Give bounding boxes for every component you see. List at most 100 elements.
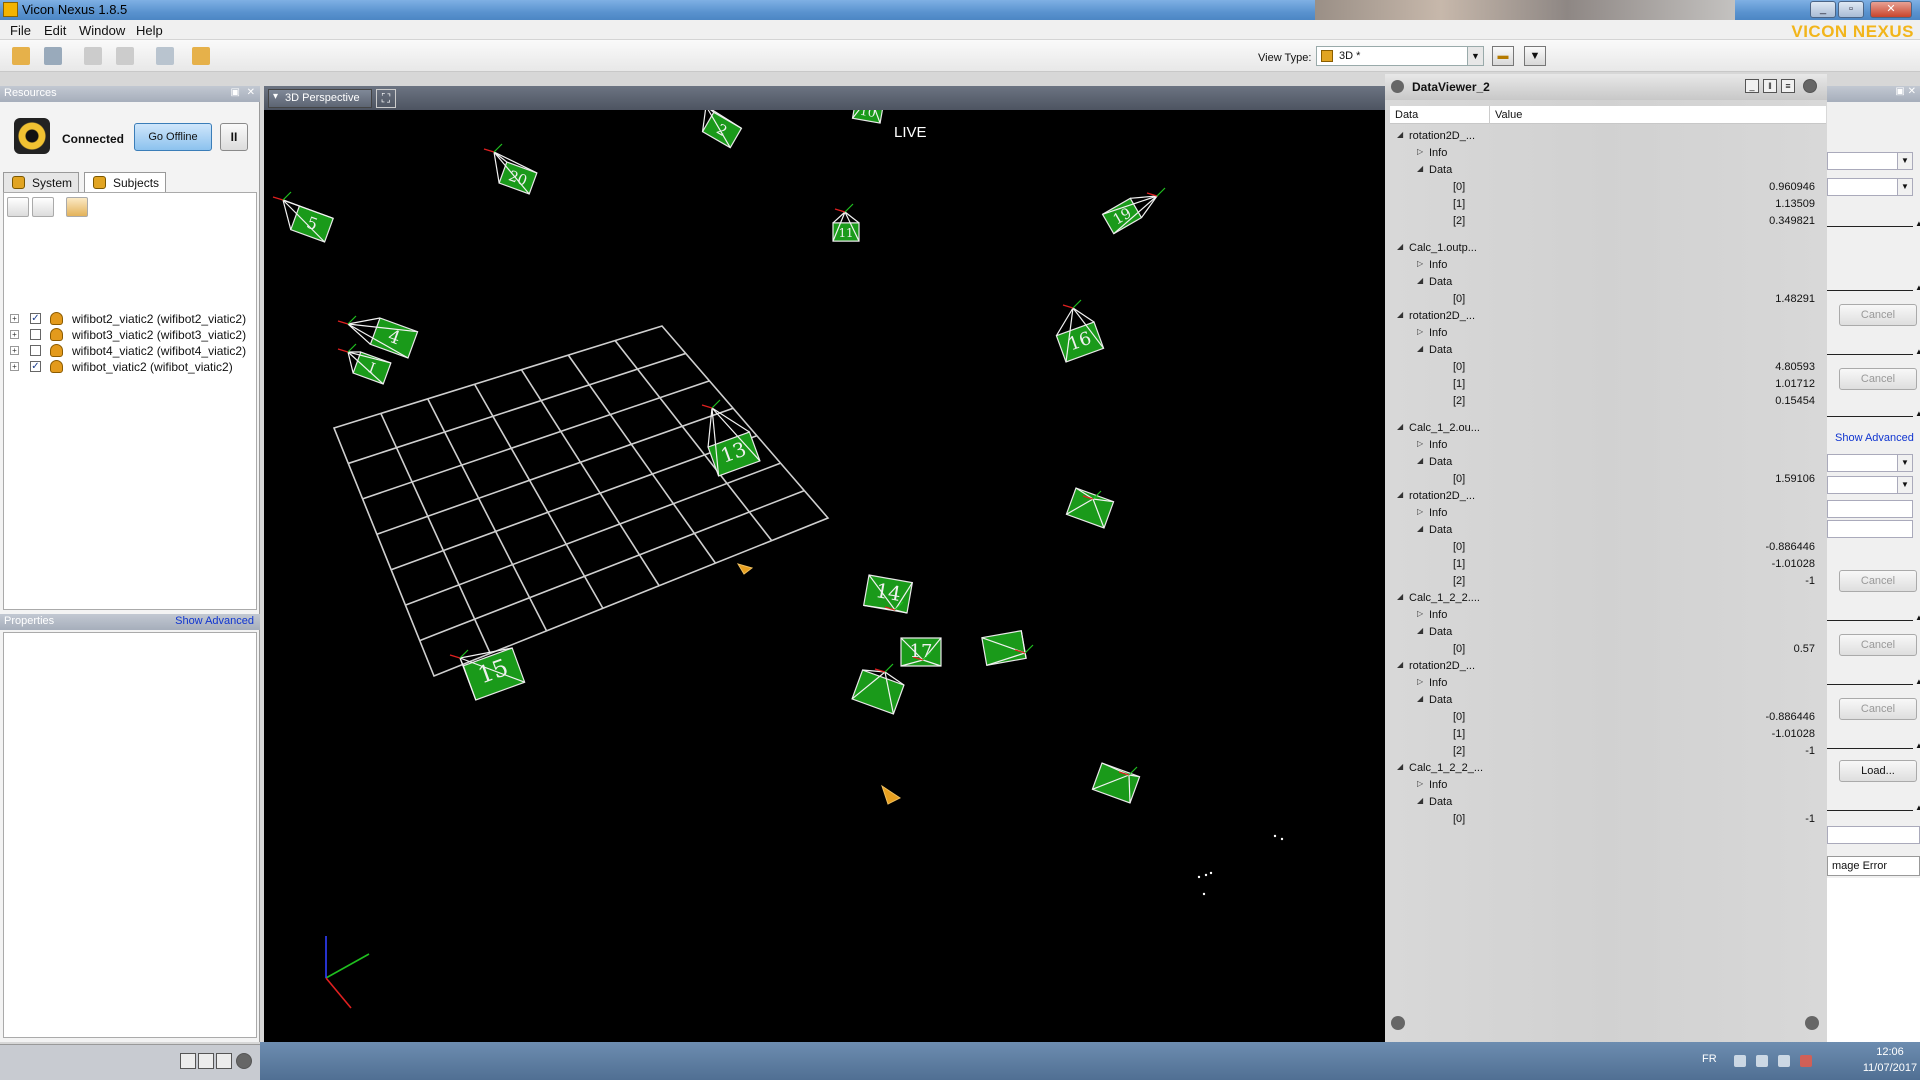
dropdown-field[interactable]: ▼ <box>1827 476 1913 494</box>
save-icon[interactable] <box>44 47 62 65</box>
open-icon[interactable] <box>12 47 30 65</box>
menu-help[interactable]: Help <box>136 23 163 38</box>
minimize-button[interactable]: _ <box>1810 1 1836 18</box>
menu-edit[interactable]: Edit <box>44 23 66 38</box>
camera-icon[interactable]: 15 <box>449 647 526 701</box>
dataviewer-row[interactable]: ▷ Info <box>1385 505 1825 522</box>
dataviewer-row[interactable]: [0] -0.886446 <box>1385 709 1825 726</box>
collapse-icon[interactable]: ▲ <box>1915 803 1920 812</box>
restore-button[interactable]: ▫ <box>1838 1 1864 18</box>
collapse-icon[interactable]: ◢ <box>1417 796 1423 805</box>
dataviewer-row[interactable]: ◢ Data <box>1385 692 1825 709</box>
dataviewer-row[interactable]: ◢ Data <box>1385 274 1825 291</box>
menu-window[interactable]: Window <box>79 23 125 38</box>
input-field[interactable] <box>1827 520 1913 538</box>
dataviewer-row[interactable]: [0] 4.80593 <box>1385 359 1825 376</box>
dataviewer-row[interactable]: ◢ Calc_1_2.ou... <box>1385 420 1825 437</box>
expand-icon[interactable]: ▷ <box>1417 327 1423 336</box>
minimize-pane-icon[interactable] <box>180 1053 196 1069</box>
wand-icon[interactable] <box>192 47 210 65</box>
expand-icon[interactable]: + <box>10 362 19 371</box>
expand-icon[interactable]: ▷ <box>1417 677 1423 686</box>
tray-arrow-icon[interactable] <box>1734 1055 1746 1067</box>
dropdown-field[interactable]: ▼ <box>1827 454 1913 472</box>
subject-checkbox[interactable]: ✓ <box>30 313 41 324</box>
image-error-field[interactable]: mage Error <box>1827 856 1920 876</box>
dataviewer-row[interactable]: ◢ Data <box>1385 624 1825 641</box>
cancel-button[interactable]: Cancel <box>1839 570 1917 592</box>
dataviewer-row[interactable]: [1] 1.13509 <box>1385 196 1825 213</box>
dataviewer-row[interactable]: [0] -0.886446 <box>1385 539 1825 556</box>
dataviewer-row[interactable]: ▷ Info <box>1385 325 1825 342</box>
dataviewer-row[interactable]: [1] -1.01028 <box>1385 726 1825 743</box>
expand-icon[interactable]: + <box>10 346 19 355</box>
action-center-icon[interactable] <box>1800 1055 1812 1067</box>
dropdown-field[interactable]: ▼ <box>1827 152 1913 170</box>
camera-icon[interactable]: 17 <box>900 637 942 667</box>
collapse-icon[interactable]: ▲ <box>1915 613 1920 622</box>
tab-subjects[interactable]: Subjects <box>84 172 167 193</box>
dataviewer-row[interactable]: [0] 1.59106 <box>1385 471 1825 488</box>
subject-checkbox[interactable] <box>30 329 41 340</box>
input-field[interactable] <box>1827 500 1913 518</box>
camera-icon[interactable]: 19 <box>1101 187 1166 235</box>
clock-date[interactable]: 11/07/2017 <box>1854 1062 1920 1074</box>
minimize-icon[interactable]: _ <box>1745 79 1759 93</box>
maximize-icon[interactable]: ⛶ <box>376 89 396 108</box>
volume-icon[interactable] <box>1756 1055 1768 1067</box>
camera-icon[interactable]: 5 <box>272 191 334 243</box>
dataviewer-row[interactable]: ◢ rotation2D_... <box>1385 128 1825 145</box>
collapse-icon[interactable]: ◢ <box>1397 762 1403 771</box>
view-type-select[interactable]: 3D * ▼ <box>1316 46 1484 66</box>
3d-viewport[interactable]: 2 10 11 20 5 19 4 I 16 13 15 14 17 <box>264 86 1385 1042</box>
dataviewer-row[interactable]: ◢ Calc_1.outp... <box>1385 240 1825 257</box>
dataviewer-row[interactable]: [2] -1 <box>1385 743 1825 760</box>
dataviewer-row[interactable]: [2] 0.15454 <box>1385 393 1825 410</box>
subject-checkbox[interactable] <box>30 345 41 356</box>
collapse-icon[interactable]: ◢ <box>1397 242 1403 251</box>
camera-icon[interactable]: 11 <box>832 203 860 242</box>
subject-checkbox[interactable]: ✓ <box>30 361 41 372</box>
dataviewer-row[interactable]: ◢ Data <box>1385 162 1825 179</box>
tool-icon[interactable] <box>156 47 174 65</box>
dataviewer-row[interactable]: [2] -1 <box>1385 573 1825 590</box>
camera-icon[interactable]: 13 <box>701 399 761 477</box>
camera-icon[interactable] <box>981 630 1034 666</box>
dataviewer-row[interactable]: [1] 1.01712 <box>1385 376 1825 393</box>
collapse-icon[interactable]: ◢ <box>1397 592 1403 601</box>
float-icon[interactable]: ▣ <box>231 87 240 98</box>
expand-icon[interactable]: + <box>10 314 19 323</box>
pause-button[interactable]: II <box>220 123 248 151</box>
split-icon[interactable]: ‖ <box>1763 79 1777 93</box>
dataviewer-row[interactable]: ▷ Info <box>1385 145 1825 162</box>
show-advanced-link[interactable]: Show Advanced <box>1835 432 1914 444</box>
undo-icon[interactable] <box>84 47 102 65</box>
create-template-button[interactable] <box>32 197 54 217</box>
camera-icon[interactable]: 14 <box>862 574 914 614</box>
camera-icon[interactable]: I <box>337 343 392 385</box>
tab-3d-perspective[interactable]: 3D Perspective <box>268 89 372 108</box>
split-pane-icon[interactable] <box>198 1053 214 1069</box>
expand-icon[interactable]: ▷ <box>1417 147 1423 156</box>
view-menu-button[interactable]: ▼ <box>1524 46 1546 66</box>
expand-icon[interactable]: ▷ <box>1417 609 1423 618</box>
expand-icon[interactable]: ▷ <box>1417 439 1423 448</box>
dataviewer-row[interactable]: [0] 0.57 <box>1385 641 1825 658</box>
dataviewer-row[interactable]: ▷ Info <box>1385 437 1825 454</box>
go-offline-button[interactable]: Go Offline <box>134 123 212 151</box>
dataviewer-row[interactable]: ◢ rotation2D_... <box>1385 488 1825 505</box>
options-icon[interactable] <box>236 1053 252 1069</box>
camera-icon[interactable] <box>1091 762 1141 804</box>
dataviewer-row[interactable]: ◢ Calc_1_2_2_... <box>1385 760 1825 777</box>
dataviewer-row[interactable]: ▷ Info <box>1385 257 1825 274</box>
expand-icon[interactable]: + <box>10 330 19 339</box>
collapse-icon[interactable]: ▲ <box>1915 347 1920 356</box>
collapse-icon[interactable]: ◢ <box>1417 456 1423 465</box>
collapse-icon[interactable]: ◢ <box>1417 344 1423 353</box>
list-pane-icon[interactable] <box>216 1053 232 1069</box>
dataviewer-row[interactable]: [2] 0.349821 <box>1385 213 1825 230</box>
collapse-icon[interactable]: ◢ <box>1397 490 1403 499</box>
clock-time[interactable]: 12:06 <box>1860 1046 1920 1058</box>
create-subject-button[interactable] <box>7 197 29 217</box>
collapse-icon[interactable]: ◢ <box>1397 130 1403 139</box>
